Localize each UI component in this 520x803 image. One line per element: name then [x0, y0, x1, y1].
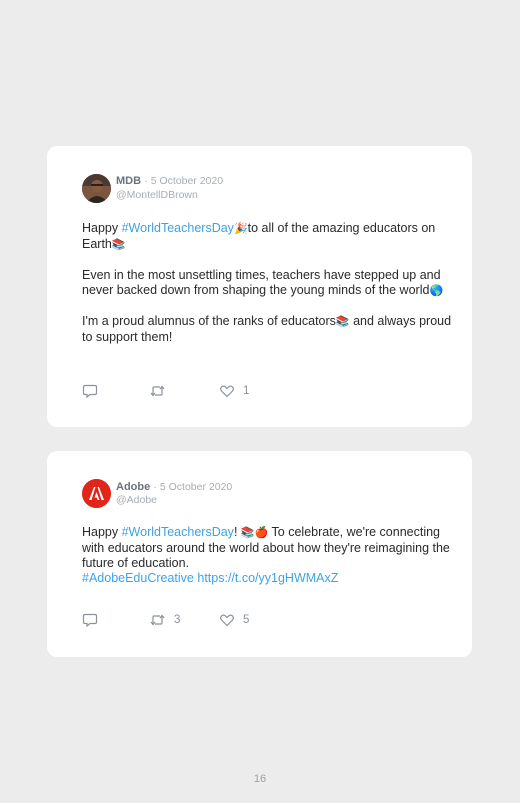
- tweet-text: Even in the most unsettling times, teach…: [82, 268, 441, 297]
- tweet-actions: 3 5: [82, 612, 322, 628]
- retweet-icon: [150, 614, 165, 626]
- tweet-paragraph: I'm a proud alumnus of the ranks of educ…: [82, 314, 452, 345]
- avatar[interactable]: [82, 479, 111, 508]
- tweet-paragraph: Happy #WorldTeachersDay🎉to all of the am…: [82, 221, 452, 253]
- author-handle[interactable]: @Adobe: [116, 494, 157, 506]
- books-emoji: 📚: [111, 239, 126, 251]
- books-apple-emoji: 📚🍎: [240, 527, 269, 539]
- tweet-body: Happy #WorldTeachersDay! 📚🍎 To celebrate…: [82, 525, 452, 586]
- party-emoji: 🎉: [233, 223, 248, 235]
- page-number: 16: [253, 773, 267, 785]
- books-emoji: 📚: [335, 316, 350, 328]
- tweet-text: I'm a proud alumnus of the ranks of educ…: [82, 314, 336, 328]
- tweet-text: Happy: [82, 525, 122, 539]
- hashtag-link[interactable]: #AdobeEduCreative: [82, 571, 194, 585]
- tweet-actions: 1: [82, 383, 322, 399]
- reply-button[interactable]: [82, 383, 98, 399]
- tweet-date[interactable]: 5 October 2020: [151, 175, 223, 187]
- tweet-text: !: [233, 525, 241, 539]
- retweet-count: 3: [174, 614, 181, 626]
- like-count: 1: [243, 385, 250, 397]
- separator: ·: [144, 175, 148, 187]
- hashtag-link[interactable]: #WorldTeachersDay: [122, 525, 234, 539]
- heart-icon: [220, 385, 234, 398]
- author-name[interactable]: Adobe: [116, 481, 150, 493]
- avatar[interactable]: [82, 174, 111, 203]
- author-handle[interactable]: @MontellDBrown: [116, 189, 198, 201]
- hashtag-link[interactable]: #WorldTeachersDay: [122, 221, 234, 235]
- reply-icon: [82, 384, 98, 399]
- tweet-card-mdb: MDB · 5 October 2020 @MontellDBrown Happ…: [47, 146, 472, 427]
- author-line: Adobe · 5 October 2020: [116, 481, 232, 493]
- heart-icon: [220, 614, 234, 627]
- retweet-button[interactable]: 3: [149, 612, 180, 628]
- like-button[interactable]: 1: [219, 383, 249, 399]
- reply-icon: [82, 613, 98, 628]
- url-link[interactable]: https://t.co/yy1gHWMAxZ: [197, 571, 338, 585]
- tweet-text: Happy: [82, 221, 122, 235]
- tweet-paragraph: Happy #WorldTeachersDay! 📚🍎 To celebrate…: [82, 525, 452, 586]
- globe-emoji: 🌎: [429, 285, 444, 297]
- tweet-card-adobe: Adobe · 5 October 2020 @Adobe Happy #Wor…: [47, 451, 472, 657]
- like-count: 5: [243, 614, 250, 626]
- like-button[interactable]: 5: [219, 612, 249, 628]
- adobe-logo-icon: [82, 479, 111, 508]
- separator: ·: [153, 481, 157, 493]
- author-name[interactable]: MDB: [116, 175, 141, 187]
- author-line: MDB · 5 October 2020: [116, 175, 223, 187]
- retweet-icon: [150, 385, 165, 397]
- tweet-date[interactable]: 5 October 2020: [160, 481, 232, 493]
- person-photo-icon: [82, 174, 111, 203]
- tweet-body: Happy #WorldTeachersDay🎉to all of the am…: [82, 221, 452, 345]
- retweet-button[interactable]: [149, 383, 174, 399]
- tweet-paragraph: Even in the most unsettling times, teach…: [82, 268, 452, 299]
- reply-button[interactable]: [82, 612, 98, 628]
